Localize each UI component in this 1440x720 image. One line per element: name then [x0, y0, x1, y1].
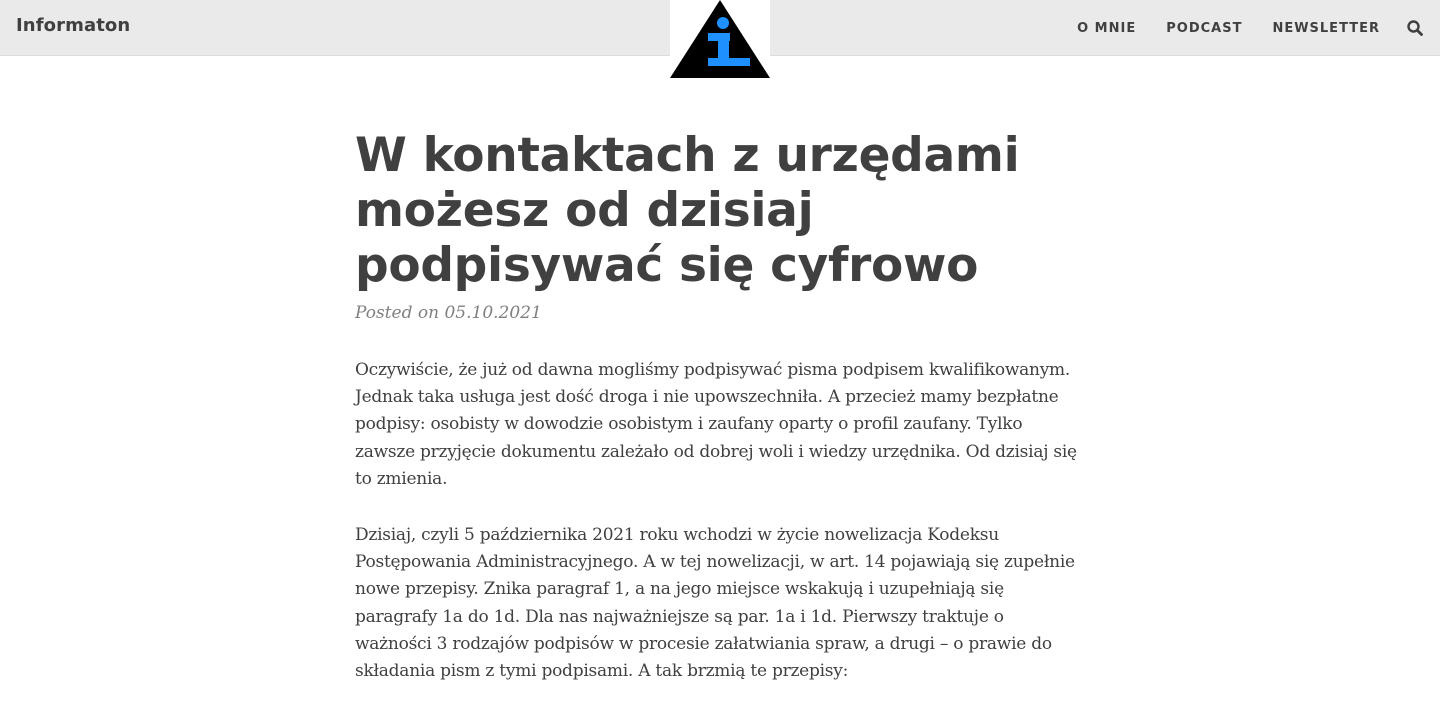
search-icon[interactable]	[1406, 19, 1424, 37]
nav-link-o-mnie[interactable]: O MNIE	[1077, 21, 1136, 36]
site-logo[interactable]	[670, 0, 770, 78]
post-title: W kontaktach z urzędami możesz od dzisia…	[355, 128, 1020, 293]
brand-link[interactable]: Informaton	[16, 15, 130, 36]
post-article: W kontaktach z urzędami możesz od dzisia…	[355, 128, 1085, 714]
post-paragraph: Dzisiaj, czyli 5 października 2021 roku …	[355, 525, 1075, 682]
info-triangle-logo-icon	[670, 0, 770, 78]
post-paragraph: Oczywiście, że już od dawna mogliśmy pod…	[355, 360, 1077, 489]
nav-link-podcast[interactable]: PODCAST	[1166, 21, 1242, 36]
post-date: Posted on 05.10.2021	[355, 303, 542, 323]
top-navbar: Informaton O MNIE PODCAST NEWSLETTER	[0, 0, 1440, 78]
nav-link-newsletter[interactable]: NEWSLETTER	[1272, 21, 1380, 36]
main-nav: O MNIE PODCAST NEWSLETTER	[1077, 0, 1440, 56]
post-body: Oczywiście, że już od dawna mogliśmy pod…	[355, 357, 1085, 685]
